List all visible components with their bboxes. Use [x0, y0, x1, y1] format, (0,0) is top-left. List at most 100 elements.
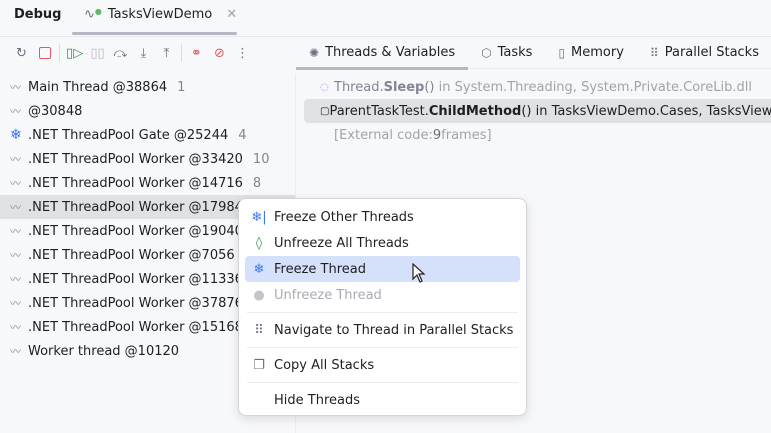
frame-text: ParentTaskTest.ChildMethod() in TasksVie… — [329, 104, 771, 119]
external-suffix: frames] — [441, 127, 492, 143]
menu-label: Unfreeze All Threads — [274, 235, 409, 251]
tab-parallel-stacks[interactable]: ⠿ Parallel Stacks — [637, 37, 771, 69]
menu-label: Unfreeze Thread — [274, 287, 382, 303]
thread-icon: 〰 — [10, 153, 21, 166]
thread-icon: 〰 — [10, 225, 21, 238]
menu-label: Navigate to Thread in Parallel Stacks — [274, 322, 514, 338]
bug-icon: ✺ — [309, 45, 320, 60]
tab-label: Memory — [571, 45, 624, 60]
tab-underline — [72, 32, 237, 35]
menu-unfreeze-all-threads[interactable]: ◊ Unfreeze All Threads — [245, 230, 520, 256]
step-out-icon[interactable]: ⤒ — [155, 42, 178, 64]
step-over-icon[interactable]: ⤼ — [109, 42, 132, 64]
thread-name: .NET ThreadPool Gate @25244 — [28, 127, 229, 143]
tab-tasks[interactable]: ⬡ Tasks — [468, 37, 545, 69]
debug-toolbar: ↻ ▯▷ ▯▯ ⤼ ⤓ ⤒ ⚭ ⊘ ⋮ — [10, 42, 254, 64]
external-count: 9 — [432, 127, 442, 143]
thread-row[interactable]: 〰 .NET ThreadPool Worker @14716 8 — [0, 171, 295, 195]
thread-name: .NET ThreadPool Worker @37876 — [28, 295, 243, 311]
thread-name: @30848 — [28, 103, 83, 119]
frame-count: 8 — [252, 175, 262, 191]
frame-count: 1 — [177, 79, 186, 95]
freeze-others-icon: ❄| — [251, 209, 267, 225]
menu-label: Freeze Thread — [274, 261, 366, 277]
tab-label: Threads & Variables — [325, 45, 456, 60]
menu-copy-all-stacks[interactable]: ❐ Copy All Stacks — [245, 352, 520, 378]
thread-icon: 〰 — [10, 81, 21, 94]
thread-name: .NET ThreadPool Worker @17984 — [28, 199, 243, 215]
thread-name: .NET ThreadPool Worker @15168 — [28, 319, 243, 335]
unfreeze-all-icon: ◊ — [255, 235, 263, 251]
snowflake-icon: ❄ — [253, 261, 265, 277]
resume-icon[interactable]: ▯▷ — [63, 42, 86, 64]
more-icon[interactable]: ⋮ — [231, 42, 254, 64]
frame-text: Thread.Sleep() in System.Threading, Syst… — [334, 80, 752, 95]
thread-icon: 〰 — [10, 345, 21, 358]
thread-icon: 〰 — [10, 297, 21, 310]
menu-separator — [247, 312, 518, 313]
debugger-tabs: ✺ Threads & Variables ⬡ Tasks ▯ Memory ⠿ Par… — [296, 37, 771, 70]
frame-icon: ▢ — [320, 105, 330, 117]
thread-row[interactable]: ❄ .NET ThreadPool Gate @25244 4 — [0, 123, 295, 147]
frame-location: in TasksViewDemo.Cases, TasksViewDemo.dl… — [535, 103, 771, 119]
mouse-cursor-icon — [412, 263, 426, 283]
pause-icon[interactable]: ▯▯ — [86, 42, 109, 64]
thread-row[interactable]: 〰 Main Thread @38864 1 — [0, 75, 295, 99]
thread-icon: 〰 — [10, 249, 21, 262]
divider — [181, 44, 182, 62]
frame-class: ParentTaskTest. — [329, 103, 429, 119]
menu-freeze-other-threads[interactable]: ❄| Freeze Other Threads — [245, 204, 520, 230]
thread-icon: 〰 — [10, 177, 21, 190]
external-label: [External code: — [334, 127, 433, 143]
thread-name: .NET ThreadPool Worker @33420 — [28, 151, 243, 167]
frame-class: Thread. — [334, 79, 384, 95]
run-config-icon: ∿● — [84, 7, 102, 22]
frame-args: () — [424, 79, 435, 95]
parallel-stacks-icon: ⠿ — [254, 322, 264, 338]
frame-count: 10 — [252, 151, 270, 167]
step-into-icon[interactable]: ⤓ — [132, 42, 155, 64]
thread-icon: 〰 — [10, 321, 21, 334]
mute-breakpoints-icon[interactable]: ⊘ — [208, 42, 231, 64]
context-menu: ❄| Freeze Other Threads ◊ Unfreeze All Thr… — [238, 198, 527, 416]
parallel-stacks-icon: ⠿ — [649, 45, 659, 60]
menu-label: Copy All Stacks — [274, 357, 375, 373]
tab-memory[interactable]: ▯ Memory — [545, 37, 636, 69]
menu-hide-threads[interactable]: Hide Threads — [245, 387, 520, 413]
tab-threads-variables[interactable]: ✺ Threads & Variables — [296, 37, 469, 70]
menu-unfreeze-thread[interactable]: ● Unfreeze Thread — [245, 282, 520, 308]
menu-separator — [247, 382, 518, 383]
menu-label: Freeze Other Threads — [274, 209, 414, 225]
menu-freeze-thread[interactable]: ❄ Freeze Thread — [245, 256, 520, 282]
close-icon[interactable]: ✕ — [226, 7, 237, 22]
tasks-icon: ⬡ — [481, 45, 492, 60]
tab-label: Tasks — [497, 45, 533, 60]
menu-label: Hide Threads — [274, 392, 360, 408]
divider — [59, 44, 60, 62]
tab-label: Parallel Stacks — [664, 45, 759, 60]
frames-list: ◌ Thread.Sleep() in System.Threading, Sy… — [304, 75, 771, 147]
thread-icon: 〰 — [10, 273, 21, 286]
frame-row[interactable]: ◌ Thread.Sleep() in System.Threading, Sy… — [304, 75, 771, 99]
frame-method: ChildMethod — [428, 103, 522, 119]
run-tab[interactable]: ∿● TasksViewDemo ✕ — [84, 7, 237, 22]
thread-name: Main Thread @38864 — [28, 79, 168, 95]
frame-row-selected[interactable]: ▢ ParentTaskTest.ChildMethod() in TasksV… — [304, 99, 771, 123]
thread-name: .NET ThreadPool Worker @11336 — [28, 271, 243, 287]
thread-row[interactable]: 〰 @30848 — [0, 99, 295, 123]
thread-name: .NET ThreadPool Worker @19040 — [28, 223, 243, 239]
view-breakpoints-icon[interactable]: ⚭ — [185, 42, 208, 64]
memory-icon: ▯ — [558, 45, 566, 60]
frame-args: () — [521, 103, 532, 119]
menu-separator — [247, 347, 518, 348]
stop-icon[interactable] — [33, 42, 56, 64]
frame-method: Sleep — [383, 79, 425, 95]
menu-navigate-parallel-stacks[interactable]: ⠿ Navigate to Thread in Parallel Stacks — [245, 317, 520, 343]
debug-title: Debug — [14, 7, 62, 22]
thread-name: Worker thread @10120 — [28, 343, 180, 359]
external-code-row[interactable]: [External code: 9 frames] — [304, 123, 771, 147]
rerun-icon[interactable]: ↻ — [10, 42, 33, 64]
thread-row[interactable]: 〰 .NET ThreadPool Worker @33420 10 — [0, 147, 295, 171]
thread-icon: 〰 — [10, 201, 21, 214]
thread-icon: 〰 — [10, 105, 21, 118]
